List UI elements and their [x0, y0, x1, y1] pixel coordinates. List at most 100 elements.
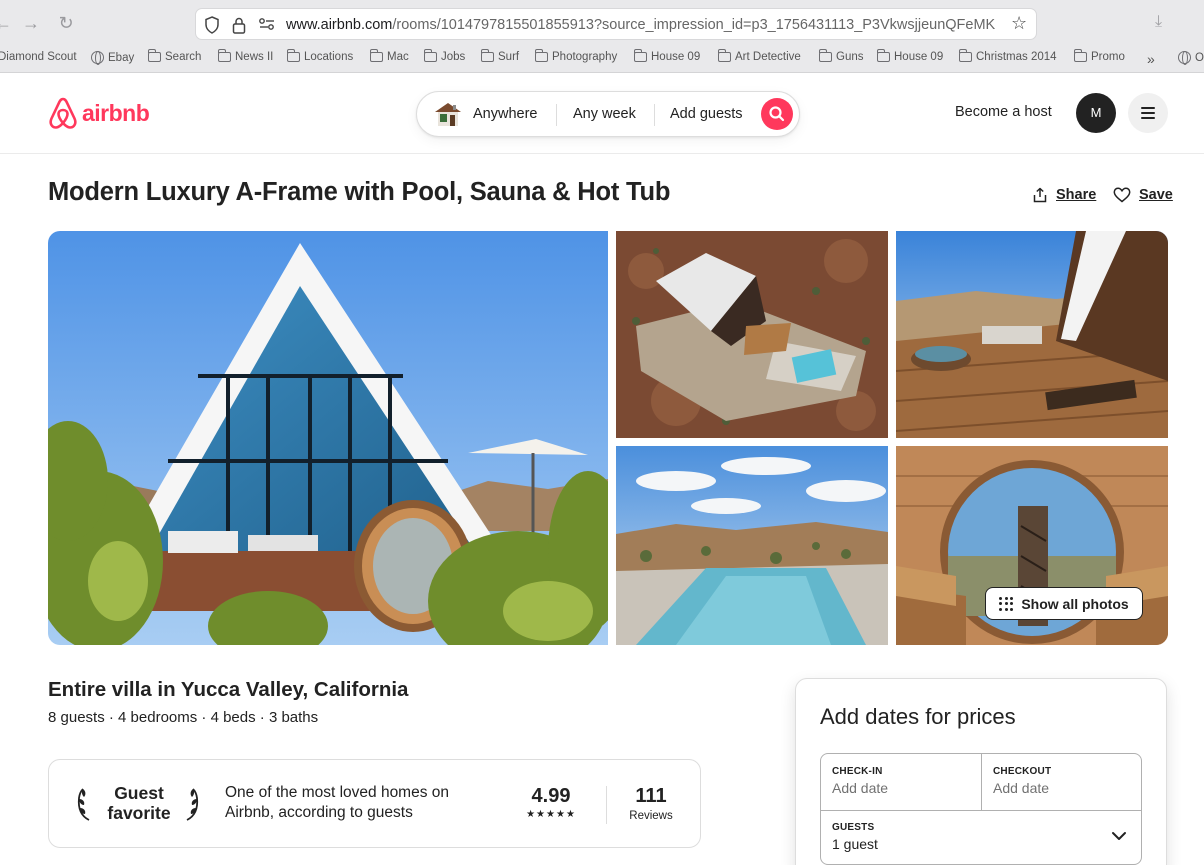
checkin-label: CHECK-IN — [832, 766, 883, 777]
save-button[interactable]: Save — [1113, 187, 1173, 203]
reviews-count: 111 — [635, 785, 667, 807]
bookmark-item[interactable]: Diamond Scout — [0, 51, 77, 63]
checkout-value: Add date — [993, 780, 1050, 796]
become-host-link[interactable]: Become a host — [955, 104, 1052, 120]
show-all-photos-label: Show all photos — [1021, 595, 1129, 612]
search-bar[interactable]: Anywhere Any week Add guests — [416, 91, 800, 137]
chevron-down-icon[interactable] — [1111, 830, 1127, 842]
bookmarks-bar: Diamond Scout Ebay Search News II Locati… — [0, 47, 1204, 71]
folder-icon — [148, 49, 161, 62]
divider — [556, 104, 557, 126]
listing-title: Modern Luxury A-Frame with Pool, Sauna &… — [48, 178, 671, 206]
checkin-field[interactable]: CHECK-IN Add date — [832, 766, 888, 796]
folder-icon — [535, 49, 548, 62]
rating-value: 4.99 — [531, 785, 571, 807]
booking-inputs: CHECK-IN Add date CHECKOUT Add date GUES… — [820, 753, 1142, 865]
star-rating-icon: ★★★★★ — [526, 809, 576, 820]
badge-line-2: favorite — [107, 803, 171, 823]
bookmark-item[interactable]: Christmas 2014 — [959, 49, 1057, 63]
search-any-week[interactable]: Any week — [573, 106, 636, 122]
laurel-left-icon — [77, 788, 90, 821]
badge-line-1: Guest — [114, 783, 164, 803]
bookmark-item[interactable]: Art Detective — [718, 49, 801, 63]
reviews-link[interactable]: 111 Reviews — [619, 785, 683, 822]
heart-icon — [1113, 187, 1131, 203]
listing-facts: 8 guests · 4 bedrooms · 4 beds · 3 baths — [48, 709, 319, 726]
divider — [981, 754, 982, 810]
address-bar[interactable]: www.airbnb.com/rooms/1014797815501855913… — [195, 8, 1037, 40]
folder-icon — [877, 49, 890, 62]
grid-icon — [999, 596, 1014, 611]
bookmark-item[interactable]: Ot — [1178, 51, 1204, 65]
show-all-photos-button[interactable]: Show all photos — [985, 587, 1143, 620]
bookmark-item[interactable]: Mac — [370, 49, 409, 63]
divider — [654, 104, 655, 126]
folder-icon — [718, 49, 731, 62]
checkin-value: Add date — [832, 780, 889, 796]
divider — [606, 786, 607, 824]
guests-label: GUESTS — [832, 822, 875, 833]
bookmarks-overflow-icon[interactable]: » — [1147, 51, 1155, 67]
reviews-label: Reviews — [629, 810, 673, 822]
house-icon — [435, 103, 461, 126]
checkout-field[interactable]: CHECKOUT Add date — [993, 766, 1051, 796]
pool-photo[interactable] — [616, 446, 888, 645]
forward-icon[interactable]: → — [20, 12, 42, 34]
share-label: Share — [1056, 187, 1097, 203]
shield-icon — [204, 16, 220, 39]
bookmark-star-icon[interactable]: ☆ — [1011, 14, 1027, 32]
booking-title: Add dates for prices — [820, 704, 1016, 729]
folder-icon — [1074, 49, 1087, 62]
bookmark-item[interactable]: Guns — [819, 49, 864, 63]
folder-icon — [218, 49, 231, 62]
avatar[interactable]: M — [1076, 93, 1116, 133]
bookmark-item[interactable]: Surf — [481, 49, 519, 63]
globe-icon — [91, 51, 104, 65]
folder-icon — [424, 49, 437, 62]
folder-icon — [959, 49, 972, 62]
main-photo[interactable] — [48, 231, 608, 645]
bookmark-item[interactable]: Promo — [1074, 49, 1125, 63]
reload-icon[interactable]: ↻ — [55, 12, 77, 34]
search-add-guests[interactable]: Add guests — [670, 106, 743, 122]
folder-icon — [370, 49, 383, 62]
bookmark-item[interactable]: News II — [218, 49, 273, 63]
share-button[interactable]: Share — [1032, 187, 1096, 203]
bookmark-item[interactable]: Photography — [535, 49, 617, 63]
bookmark-item[interactable]: Jobs — [424, 49, 465, 63]
guests-value: 1 guest — [832, 836, 878, 852]
folder-icon — [287, 49, 300, 62]
save-label: Save — [1139, 187, 1173, 203]
bookmark-item[interactable]: Ebay — [91, 51, 134, 65]
listing-subtitle: Entire villa in Yucca Valley, California — [48, 678, 409, 701]
search-anywhere[interactable]: Anywhere — [473, 106, 537, 122]
laurel-right-icon — [186, 788, 199, 821]
download-icon[interactable]: ⤓ — [1155, 13, 1162, 31]
bookmark-item[interactable]: House 09 — [877, 49, 943, 63]
airbnb-logo[interactable]: airbnb — [48, 97, 150, 129]
bookmark-item[interactable]: Locations — [287, 49, 353, 63]
booking-card: Add dates for prices CHECK-IN Add date C… — [795, 678, 1167, 865]
search-button[interactable] — [761, 98, 793, 130]
guests-field[interactable]: GUESTS 1 guest — [832, 822, 1132, 852]
guest-favorite-description: One of the most loved homes on Airbnb, a… — [225, 784, 450, 821]
folder-icon — [481, 49, 494, 62]
guest-favorite-card[interactable]: Guest favorite One of the most loved hom… — [48, 759, 701, 848]
site-settings-icon[interactable] — [258, 16, 276, 37]
bookmark-item[interactable]: Search — [148, 49, 201, 63]
folder-icon — [819, 49, 832, 62]
deck-photo[interactable] — [896, 231, 1168, 438]
menu-button[interactable] — [1128, 93, 1168, 133]
divider — [821, 810, 1141, 811]
url-text[interactable]: www.airbnb.com/rooms/1014797815501855913… — [286, 17, 995, 33]
back-icon[interactable]: ← — [0, 12, 14, 34]
rating: 4.99 ★★★★★ — [519, 785, 583, 820]
checkout-label: CHECKOUT — [993, 766, 1052, 777]
aerial-photo[interactable] — [616, 231, 888, 438]
lock-icon[interactable] — [232, 16, 246, 39]
guest-favorite-badge: Guest favorite — [75, 782, 203, 826]
menu-icon — [1141, 107, 1155, 109]
site-header: airbnb Anywhere Any week Add guests Beco… — [0, 73, 1204, 154]
search-icon — [769, 106, 785, 122]
bookmark-item[interactable]: House 09 — [634, 49, 700, 63]
